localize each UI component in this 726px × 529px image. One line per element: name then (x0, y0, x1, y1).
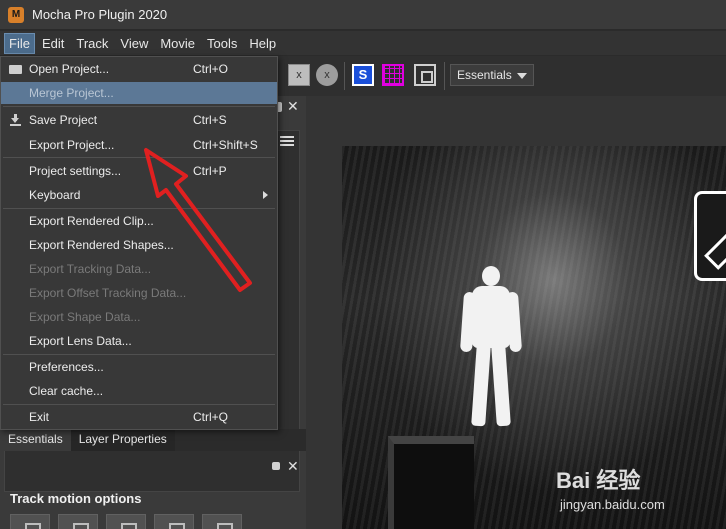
menu-item-export-rendered-shapes[interactable]: Export Rendered Shapes... (1, 234, 277, 256)
track-rotate-button[interactable] (106, 514, 146, 529)
menu-separator (3, 404, 275, 405)
track-perspective-button[interactable] (202, 514, 242, 529)
menu-item-open-project[interactable]: Open Project... Ctrl+O (1, 58, 277, 80)
layout-select-value: Essentials (457, 68, 512, 82)
menu-item-export-project[interactable]: Export Project... Ctrl+Shift+S (1, 134, 277, 156)
pencil-icon[interactable] (694, 191, 726, 281)
toolbar-divider (344, 62, 345, 90)
menu-separator (3, 354, 275, 355)
clear-square-button[interactable]: x (288, 64, 310, 86)
menu-item-export-tracking-data[interactable]: Export Tracking Data... (1, 258, 277, 280)
section-title: Track motion options (10, 491, 142, 506)
clip-frame[interactable] (342, 146, 726, 529)
close-icon[interactable]: ✕ (287, 98, 299, 115)
menu-item-merge-project[interactable]: Merge Project... (1, 82, 277, 104)
menu-track[interactable]: Track (71, 33, 113, 54)
fit-view-button[interactable] (414, 64, 436, 86)
person-silhouette (459, 266, 523, 427)
file-menu: Open Project... Ctrl+O Merge Project... … (0, 56, 278, 430)
title-bar: Mocha Pro Plugin 2020 (0, 0, 726, 30)
menu-help[interactable]: Help (244, 33, 281, 54)
menu-movie[interactable]: Movie (155, 33, 200, 54)
main-toolbar: x x S Essentials (278, 56, 726, 96)
folder-open-icon (9, 64, 22, 74)
chevron-down-icon (517, 73, 527, 79)
menu-bar: File Edit Track View Movie Tools Help (0, 31, 726, 55)
mocha-logo-icon (8, 6, 24, 23)
menu-item-save-project[interactable]: Save Project Ctrl+S (1, 109, 277, 131)
track-motion-buttons (10, 514, 250, 529)
pin-icon[interactable] (272, 462, 280, 470)
viewer-panel (306, 96, 726, 529)
chevron-right-icon (263, 191, 268, 199)
menu-view[interactable]: View (115, 33, 153, 54)
menu-edit[interactable]: Edit (37, 33, 69, 54)
close-icon[interactable]: ✕ (287, 458, 299, 475)
tab-essentials[interactable]: Essentials (0, 429, 71, 451)
list-menu-icon[interactable] (280, 134, 294, 146)
menu-tools[interactable]: Tools (202, 33, 242, 54)
menu-item-preferences[interactable]: Preferences... (1, 356, 277, 378)
menu-item-export-shape-data[interactable]: Export Shape Data... (1, 306, 277, 328)
track-translate-button[interactable] (10, 514, 50, 529)
menu-item-export-offset-tracking-data[interactable]: Export Offset Tracking Data... (1, 282, 277, 304)
menu-item-project-settings[interactable]: Project settings... Ctrl+P (1, 160, 277, 182)
baidu-watermark: Bai 经验 (556, 468, 641, 493)
save-download-icon (10, 114, 21, 126)
tab-layer-properties[interactable]: Layer Properties (70, 429, 175, 451)
doorway (388, 436, 474, 529)
track-shear-button[interactable] (154, 514, 194, 529)
menu-separator (3, 208, 275, 209)
toolbar-divider (444, 62, 445, 90)
menu-item-export-lens-data[interactable]: Export Lens Data... (1, 330, 277, 352)
menu-item-keyboard[interactable]: Keyboard (1, 184, 277, 206)
clear-circle-button[interactable]: x (316, 64, 338, 86)
baidu-watermark-url: jingyan.baidu.com (560, 497, 665, 512)
panel-tabs: Essentials Layer Properties (0, 429, 306, 451)
surface-toggle-button[interactable]: S (352, 64, 374, 86)
menu-separator (3, 106, 275, 107)
menu-item-export-rendered-clip[interactable]: Export Rendered Clip... (1, 210, 277, 232)
menu-item-exit[interactable]: Exit Ctrl+Q (1, 406, 277, 428)
grid-toggle-button[interactable] (382, 64, 404, 86)
menu-separator (3, 157, 275, 158)
window-title: Mocha Pro Plugin 2020 (32, 7, 168, 22)
menu-file[interactable]: File (4, 32, 35, 54)
menu-item-clear-cache[interactable]: Clear cache... (1, 380, 277, 402)
layout-select[interactable]: Essentials (450, 64, 534, 86)
track-scale-button[interactable] (58, 514, 98, 529)
